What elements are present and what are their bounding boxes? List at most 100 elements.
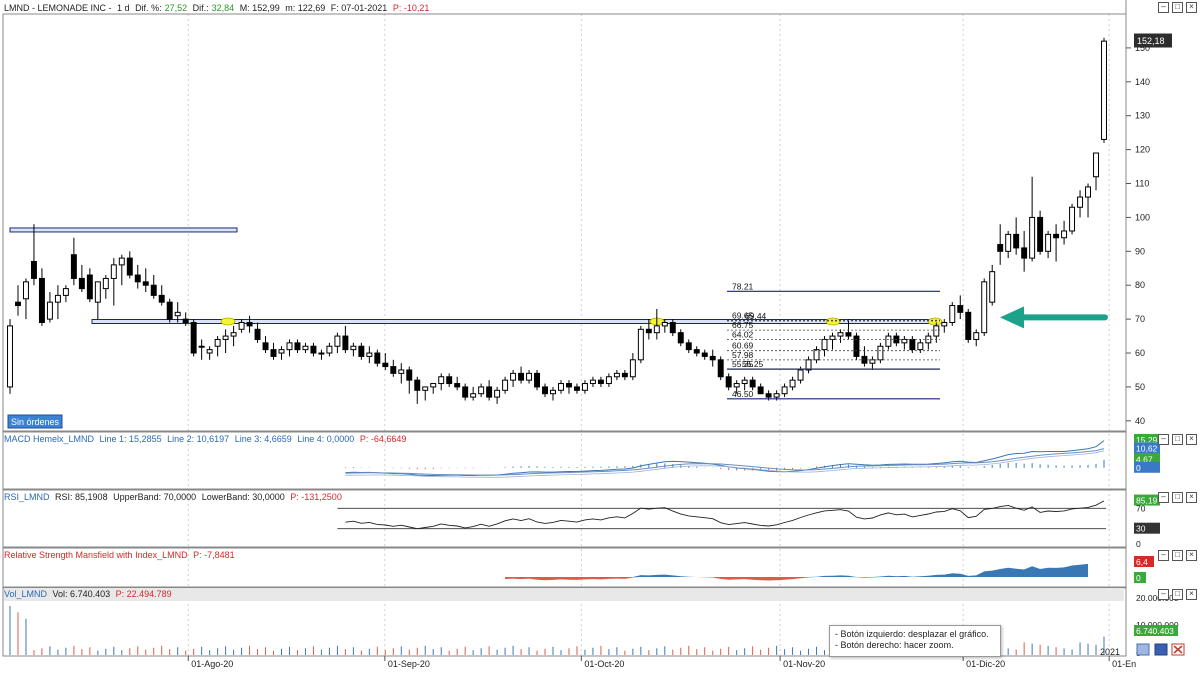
price-tick-label: 130 [1135, 111, 1150, 121]
candle-body [997, 244, 1004, 252]
maximize-icon[interactable]: □ [1172, 2, 1183, 13]
candle-body [965, 311, 972, 340]
resistance-band [9, 227, 238, 233]
candle-body [126, 257, 133, 276]
rsm-name: Relative Strength Mansfield with Index_L… [4, 550, 188, 560]
candle-body [182, 318, 189, 324]
fib-label: 46.50 [732, 389, 754, 399]
candle-body [62, 288, 69, 296]
candle-body [134, 274, 141, 283]
candle-body [757, 386, 764, 395]
candle-body [837, 332, 844, 337]
vol-name: Vol_LMND [4, 589, 48, 599]
minimize-icon[interactable]: – [1158, 492, 1169, 503]
year-label: 2021 [1100, 647, 1120, 657]
candle-body [821, 338, 828, 351]
candle-body [374, 352, 381, 364]
candle-body [1045, 233, 1052, 252]
candle-body [613, 372, 620, 378]
candle-body [717, 359, 724, 378]
period-label: 1 d [117, 3, 130, 13]
dif-pct-value: 27,52 [164, 3, 188, 13]
candle-body [270, 349, 277, 357]
date-label: 01-Ago-20 [191, 659, 233, 669]
candle-body [438, 376, 445, 385]
candle-body [797, 369, 804, 381]
main-panel-controls: – □ × [1158, 2, 1197, 13]
candle-body [278, 349, 285, 354]
candle-body [22, 281, 29, 300]
close-icon[interactable]: × [1186, 434, 1197, 445]
rsi-lower: LowerBand: 30,0000 [201, 492, 285, 502]
close-icon[interactable]: × [1186, 550, 1197, 561]
candle-body [589, 379, 596, 385]
candle-body [989, 271, 996, 303]
candle-body [150, 284, 157, 296]
candle-body [390, 366, 397, 374]
candle-body [78, 277, 85, 290]
close-icon[interactable]: × [1186, 589, 1197, 600]
candle-body [502, 379, 509, 391]
price-tick-label: 70 [1135, 314, 1145, 324]
candle-body [566, 383, 572, 388]
candle-body [933, 325, 940, 337]
price-tick-label: 40 [1135, 416, 1145, 426]
candle-body [342, 335, 349, 351]
candle-body [917, 342, 924, 351]
rsi-value: RSI: 85,1908 [55, 492, 108, 502]
candle-body [214, 338, 221, 347]
close-icon[interactable]: × [1186, 492, 1197, 503]
candle-body [246, 322, 253, 327]
candle-body [669, 322, 676, 334]
maximize-icon[interactable]: □ [1172, 434, 1183, 445]
minimize-icon[interactable]: – [1158, 2, 1169, 13]
save-icon [1154, 643, 1168, 656]
candle-body [254, 328, 261, 340]
candle-body [470, 393, 477, 398]
sin-ordenes-label: Sin órdenes [11, 417, 60, 427]
candle-body [558, 383, 564, 391]
trading-chart[interactable]: 78.21 69.65 69.44 66.75 64.02 60.69 57.98 55.25… [0, 0, 1200, 671]
fib-label: 64.02 [732, 329, 754, 339]
candle-body [326, 345, 333, 354]
rsi-panel-header: RSI_LMND RSI: 85,1908 UpperBand: 70,0000… [4, 491, 345, 504]
candle-body [1037, 216, 1044, 252]
candle-body [422, 386, 429, 391]
symbol-label: LMND - LEMONADE INC - [4, 3, 112, 13]
minimize-icon[interactable]: – [1158, 550, 1169, 561]
date-label: 01-Nov-20 [783, 659, 825, 669]
maximize-icon[interactable]: □ [1172, 492, 1183, 503]
rsi-p: P: -131,2500 [290, 492, 342, 502]
chart-canvas[interactable]: 78.2169.6569.4466.7564.0260.6957.9855.25… [0, 0, 1200, 671]
candle-body [478, 386, 485, 395]
minimize-icon[interactable]: – [1158, 589, 1169, 600]
macd-p: P: -64,6649 [359, 434, 407, 444]
close-icon[interactable]: × [1186, 2, 1197, 13]
macd-tag-label: 10,62 [1136, 443, 1158, 453]
fib-label: 55.35 [732, 359, 754, 369]
candle-body [366, 352, 373, 357]
vol-panel-header: Vol_LMND Vol: 6.740.403 P: 22.494.789 [4, 588, 1124, 601]
maximize-icon[interactable]: □ [1172, 550, 1183, 561]
candle-body [518, 372, 525, 381]
rsi-tag-label: 70 [1136, 503, 1146, 513]
maximize-icon[interactable]: □ [1172, 589, 1183, 600]
minimize-icon[interactable]: – [1158, 434, 1169, 445]
candle-body [286, 342, 293, 351]
rsm-tag-label: 0 [1136, 573, 1141, 583]
candle-body [302, 345, 309, 351]
candle-body [597, 379, 604, 385]
touch-marker [220, 317, 236, 326]
candle-body [789, 379, 796, 388]
candle-body [1013, 233, 1020, 249]
candle-body [949, 305, 956, 324]
date-label: 01-Oct-20 [584, 659, 624, 669]
mouse-help-tooltip: - Botón izquierdo: desplazar el gráfico.… [829, 625, 1001, 657]
fib-label: 78.21 [732, 281, 754, 291]
min-value: m: 122,69 [285, 3, 326, 13]
candle-body [7, 325, 13, 388]
price-tick-label: 90 [1135, 246, 1145, 256]
candle-body [30, 260, 37, 279]
candle-body [94, 281, 101, 303]
candle-body [70, 254, 77, 279]
